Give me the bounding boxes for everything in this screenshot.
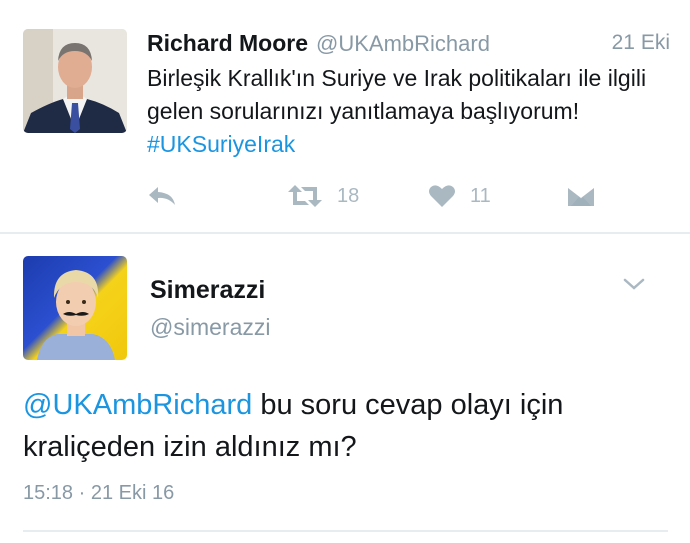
author-name[interactable]: Richard Moore (147, 30, 308, 56)
tweet-text: Birleşik Krallık'ın Suriye ve Irak polit… (147, 62, 667, 161)
tweet-header: Richard Moore @UKAmbRichard 21 Eki (147, 30, 670, 60)
author-name[interactable]: Simerazzi (150, 276, 265, 305)
retweet-count: 18 (337, 184, 360, 207)
like-count: 11 (470, 184, 491, 207)
tweet-richard-moore[interactable]: Richard Moore @UKAmbRichard 21 Eki Birleş… (0, 0, 690, 232)
tweet-menu-button[interactable] (622, 276, 646, 292)
tweet-timestamp[interactable]: 15:18 · 21 Eki 16 (23, 482, 174, 505)
reply-button[interactable] (147, 181, 177, 211)
tweet-date[interactable]: 21 Eki (612, 31, 670, 55)
avatar[interactable] (23, 29, 127, 133)
reply-icon (149, 187, 175, 205)
tweet-text-body: Birleşik Krallık'ın Suriye ve Irak polit… (147, 65, 647, 124)
mention-link[interactable]: @UKAmbRichard (23, 389, 252, 421)
retweet-icon (288, 185, 322, 207)
chevron-down-icon (623, 278, 645, 290)
hashtag-link[interactable]: #UKSuriyeIrak (147, 131, 295, 157)
tweet-actions: 18 11 (147, 181, 667, 211)
tweet-divider (23, 530, 668, 532)
direct-message-button[interactable] (566, 181, 596, 211)
heart-icon (429, 185, 455, 207)
like-button[interactable]: 11 (428, 181, 491, 211)
avatar-image (23, 256, 127, 360)
author-handle[interactable]: @simerazzi (150, 314, 270, 341)
tweet-text: @UKAmbRichard bu soru cevap olayı için k… (23, 384, 663, 468)
author-handle[interactable]: @UKAmbRichard (316, 31, 490, 56)
retweet-button[interactable]: 18 (287, 181, 359, 211)
envelope-icon (568, 186, 594, 206)
avatar-image (23, 29, 127, 133)
tweet-simerazzi[interactable]: Simerazzi @simerazzi @UKAmbRichard bu so… (0, 234, 690, 543)
avatar[interactable] (23, 256, 127, 360)
